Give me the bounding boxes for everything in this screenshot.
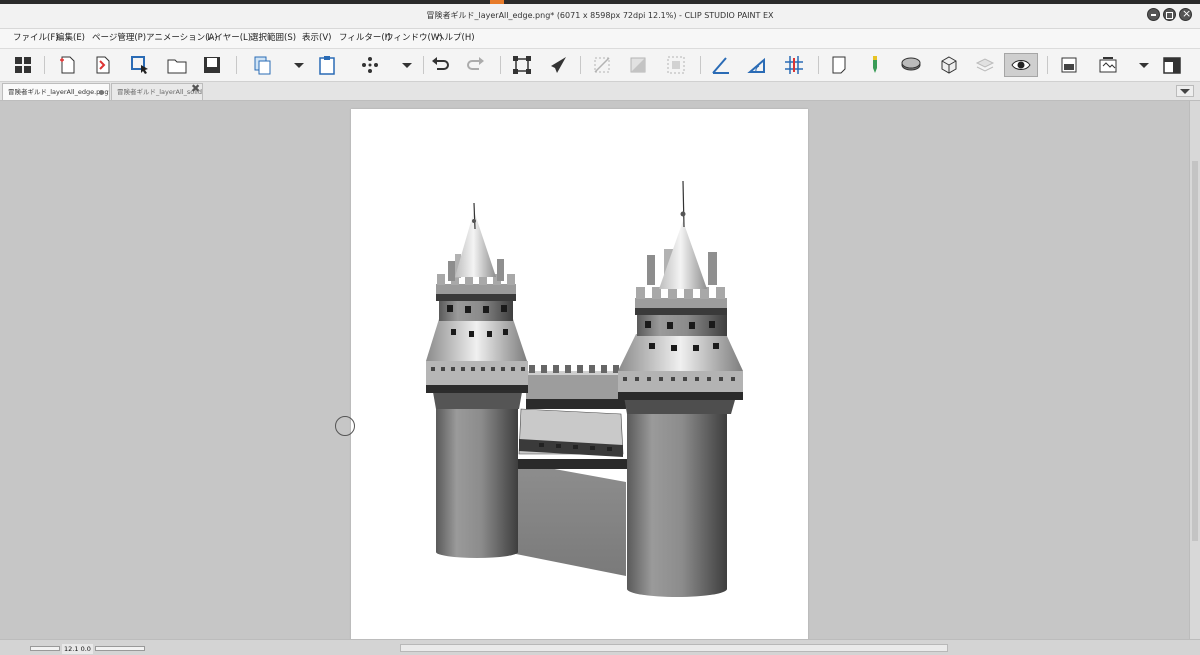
menu-filter[interactable]: フィルター(I) (339, 29, 390, 48)
open-folder-icon[interactable] (165, 53, 189, 77)
toolbar-divider (500, 56, 501, 74)
toolbar-divider (423, 56, 424, 74)
menu-selection[interactable]: 選択範囲(S) (250, 29, 296, 48)
tab-document-edge[interactable]: 冒険者ギルド_layerAll_edge.png* (2, 83, 110, 100)
ruler-icon[interactable] (709, 53, 733, 77)
transform-icon[interactable] (510, 53, 534, 77)
grid-snap-icon[interactable] (782, 53, 806, 77)
page-icon[interactable] (827, 53, 851, 77)
eye-icon[interactable] (1004, 53, 1038, 77)
rotation-value: 0.0 (80, 645, 91, 653)
menu-layer[interactable]: レイヤー(L) (206, 29, 251, 48)
dots-dropdown-icon[interactable] (395, 53, 419, 77)
frame-icon[interactable] (1096, 53, 1120, 77)
close-icon[interactable]: ✖ (191, 82, 1196, 95)
tab-list-dropdown[interactable] (1176, 85, 1194, 97)
disk-icon[interactable] (899, 53, 923, 77)
toolbar-divider (818, 56, 819, 74)
window-title: 冒険者ギルド_layerAll_edge.png* (6071 x 8598px… (426, 11, 774, 20)
save-icon[interactable] (200, 53, 224, 77)
zoom-slider[interactable] (30, 646, 60, 651)
horizontal-scroll-thumb[interactable] (400, 644, 948, 652)
minimize-button[interactable] (1147, 8, 1160, 21)
horizontal-scrollbar[interactable]: 12.1 0.0 (0, 639, 1200, 655)
copy-dropdown-icon[interactable] (287, 53, 311, 77)
title-bar: 冒険者ギルド_layerAll_edge.png* (6071 x 8598px… (0, 4, 1200, 29)
app-window: 冒険者ギルド_layerAll_edge.png* (6071 x 8598px… (0, 4, 1200, 655)
toolbar-divider (236, 56, 237, 74)
toolbar-divider (1047, 56, 1048, 74)
restore-button[interactable] (1163, 8, 1176, 21)
document-tab-bar: 冒険者ギルド_layerAll_edge.png* 冒険者ギルド_layerAl… (0, 82, 1200, 101)
ruler-snap-icon[interactable] (745, 53, 769, 77)
pen-nib-icon[interactable] (546, 53, 570, 77)
menu-view[interactable]: 表示(V) (302, 29, 331, 48)
menu-edit[interactable]: 編集(E) (56, 29, 85, 48)
clear-selection-icon[interactable] (590, 53, 614, 77)
menu-page[interactable]: ページ管理(P) (92, 29, 146, 48)
close-button[interactable] (1179, 7, 1192, 21)
dots-icon[interactable] (358, 53, 382, 77)
image-icon[interactable] (1057, 53, 1081, 77)
castle-image (426, 180, 743, 597)
menu-window[interactable]: ウィンドウ(W) (385, 29, 443, 48)
tab-document-solid[interactable]: 冒険者ギルド_layerAll_solid (111, 83, 203, 100)
menu-help[interactable]: ヘルプ(H) (436, 29, 475, 48)
toolbar-divider (580, 56, 581, 74)
frame-dropdown-icon[interactable] (1132, 53, 1156, 77)
copy-icon[interactable] (250, 53, 274, 77)
fill-icon[interactable] (626, 53, 650, 77)
modified-dot-icon (99, 90, 104, 95)
zoom-readout: 12.1 0.0 (62, 644, 93, 654)
vertical-scrollbar[interactable] (1189, 101, 1200, 639)
select-layer-icon[interactable] (128, 53, 152, 77)
paste-icon[interactable] (315, 53, 339, 77)
menu-bar: ファイル(F) 編集(E) ページ管理(P) アニメーション(A) レイヤー(L… (0, 29, 1200, 49)
canvas-page[interactable] (351, 109, 808, 642)
color-pen-icon[interactable] (863, 53, 887, 77)
window-icon[interactable] (1160, 53, 1184, 77)
toolbar-divider (44, 56, 45, 74)
layers-icon[interactable] (973, 53, 997, 77)
canvas-workspace[interactable] (0, 101, 1189, 642)
menu-file[interactable]: ファイル(F) (13, 29, 59, 48)
undo-icon[interactable] (428, 53, 452, 77)
zoom-value: 12.1 (64, 645, 79, 653)
tab-label: 冒険者ギルド_layerAll_edge.png* (8, 88, 110, 96)
rotation-slider[interactable] (95, 646, 145, 651)
brush-cursor (335, 416, 355, 436)
new-page-icon[interactable] (90, 53, 114, 77)
3d-object-icon[interactable] (937, 53, 961, 77)
vertical-scroll-thumb[interactable] (1192, 161, 1198, 541)
command-bar (0, 49, 1200, 82)
toolbar-divider (700, 56, 701, 74)
tab-label: 冒険者ギルド_layerAll_solid (117, 88, 202, 96)
marquee-icon[interactable] (664, 53, 688, 77)
redo-icon[interactable] (464, 53, 488, 77)
new-document-icon[interactable] (55, 53, 79, 77)
grid-icon[interactable] (11, 53, 35, 77)
